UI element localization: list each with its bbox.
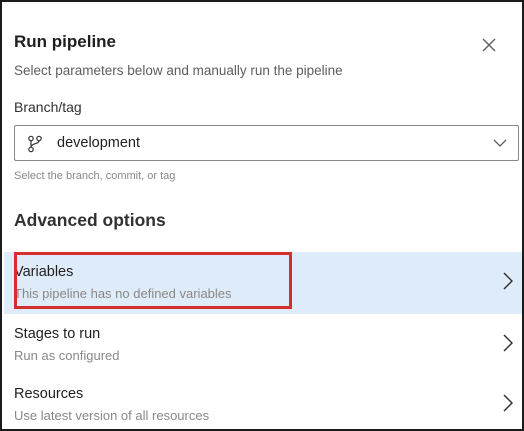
- resources-row[interactable]: Resources Use latest version of all reso…: [4, 374, 522, 429]
- close-button[interactable]: [477, 33, 501, 57]
- variables-title: Variables: [14, 264, 74, 280]
- chevron-right-icon: [503, 334, 513, 352]
- branch-value: development: [57, 135, 141, 151]
- run-pipeline-panel: Run pipeline Select parameters below and…: [0, 0, 524, 431]
- resources-title: Resources: [14, 386, 84, 402]
- stages-title: Stages to run: [14, 326, 101, 342]
- stages-to-run-row[interactable]: Stages to run Run as configured: [4, 314, 522, 376]
- close-icon: [482, 38, 496, 52]
- dialog-title: Run pipeline: [14, 32, 116, 51]
- stages-subtitle: Run as configured: [14, 348, 120, 363]
- branch-helper-text: Select the branch, commit, or tag: [14, 170, 176, 182]
- chevron-right-icon: [503, 272, 513, 290]
- branch-tag-label: Branch/tag: [14, 99, 82, 115]
- dialog-subtitle: Select parameters below and manually run…: [14, 63, 343, 78]
- variables-row[interactable]: Variables This pipeline has no defined v…: [4, 252, 522, 314]
- chevron-right-icon: [503, 394, 513, 412]
- chevron-down-icon: [493, 139, 507, 147]
- advanced-options-heading: Advanced options: [14, 210, 166, 230]
- branch-select[interactable]: development: [14, 125, 519, 161]
- variables-subtitle: This pipeline has no defined variables: [14, 286, 232, 301]
- git-branch-icon: [28, 135, 42, 153]
- resources-subtitle: Use latest version of all resources: [14, 408, 210, 423]
